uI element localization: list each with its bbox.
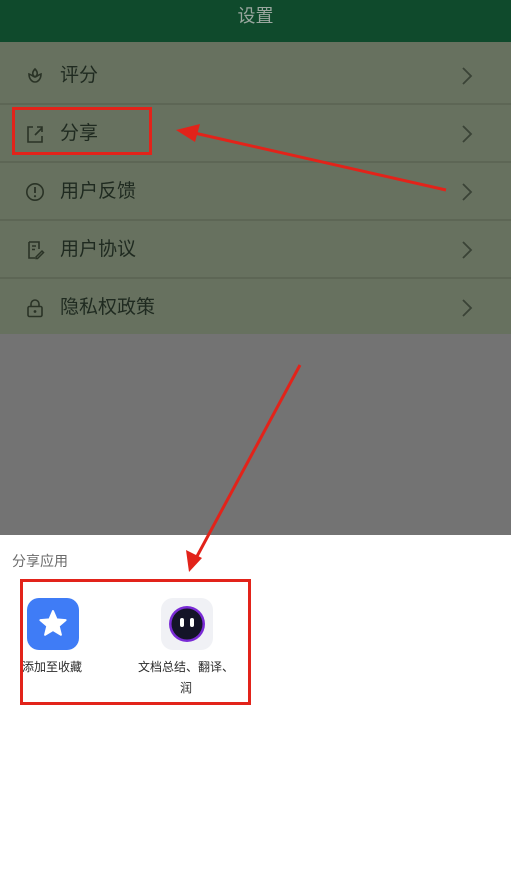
- annotation-arrow-line: [193, 364, 302, 561]
- annotation-arrow-line: [189, 130, 447, 192]
- annotation-arrows: [176, 124, 447, 572]
- annotation-arrowhead: [176, 124, 200, 142]
